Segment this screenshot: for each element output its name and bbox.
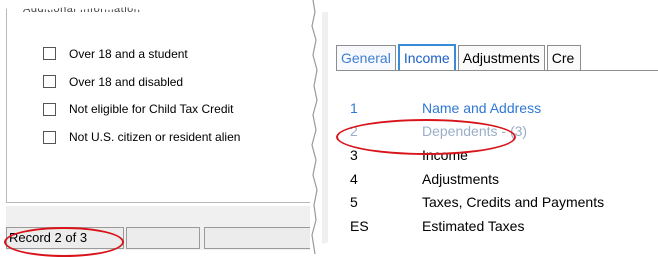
nav-item-name-address[interactable]: 1 Name and Address [350, 96, 604, 120]
checkbox-label: Not eligible for Child Tax Credit [69, 102, 234, 117]
tab-credits[interactable]: Cre [546, 45, 581, 70]
nav-item-label: Taxes, Credits and Payments [422, 194, 605, 211]
nav-item-adjustments[interactable]: 4 Adjustments [350, 167, 604, 191]
checkbox-not-eligible-ctc[interactable]: Not eligible for Child Tax Credit [43, 96, 240, 124]
nav-item-label: Name and Address [422, 99, 542, 116]
checkbox-box[interactable] [43, 130, 56, 144]
nav-item-taxes-credits[interactable]: 5 Taxes, Credits and Payments [350, 190, 604, 214]
highlight-oval-dependents [336, 119, 516, 155]
tab-income[interactable]: Income [397, 44, 456, 70]
status-pane [204, 227, 312, 249]
checkbox-box[interactable] [43, 47, 56, 61]
torn-edge-top [0, 0, 318, 11]
dependent-form-panel: Additional Information Over 18 and a stu… [0, 0, 318, 254]
checkbox-box[interactable] [43, 75, 56, 89]
nav-item-number: 1 [350, 99, 358, 116]
tab-underline [336, 70, 658, 71]
checkbox-label: Over 18 and disabled [69, 74, 184, 89]
checkbox-list: Over 18 and a student Over 18 and disabl… [43, 40, 240, 151]
status-pane [126, 227, 200, 249]
highlight-oval-record [4, 227, 124, 257]
checkbox-label: Not U.S. citizen or resident alien [69, 130, 241, 145]
additional-info-group: Additional Information Over 18 and a stu… [6, 3, 314, 203]
tab-general[interactable]: General [336, 45, 396, 70]
checkbox-over-18-disabled[interactable]: Over 18 and disabled [43, 68, 240, 96]
nav-item-label: Adjustments [422, 170, 500, 187]
navigation-panel: General Income Adjustments Cre 1 Name an… [322, 12, 658, 254]
checkbox-box[interactable] [43, 102, 56, 116]
checkbox-label: Over 18 and a student [69, 46, 188, 61]
tab-adjustments[interactable]: Adjustments [457, 45, 545, 70]
nav-item-number: 4 [350, 170, 358, 187]
torn-edge-bottom [322, 240, 658, 254]
nav-item-number: 5 [350, 194, 358, 211]
navigation-content: General Income Adjustments Cre 1 Name an… [328, 12, 658, 254]
tab-bar: General Income Adjustments Cre [336, 44, 583, 70]
checkbox-not-us-citizen[interactable]: Not U.S. citizen or resident alien [43, 123, 240, 151]
checkbox-over-18-student[interactable]: Over 18 and a student [43, 40, 240, 68]
